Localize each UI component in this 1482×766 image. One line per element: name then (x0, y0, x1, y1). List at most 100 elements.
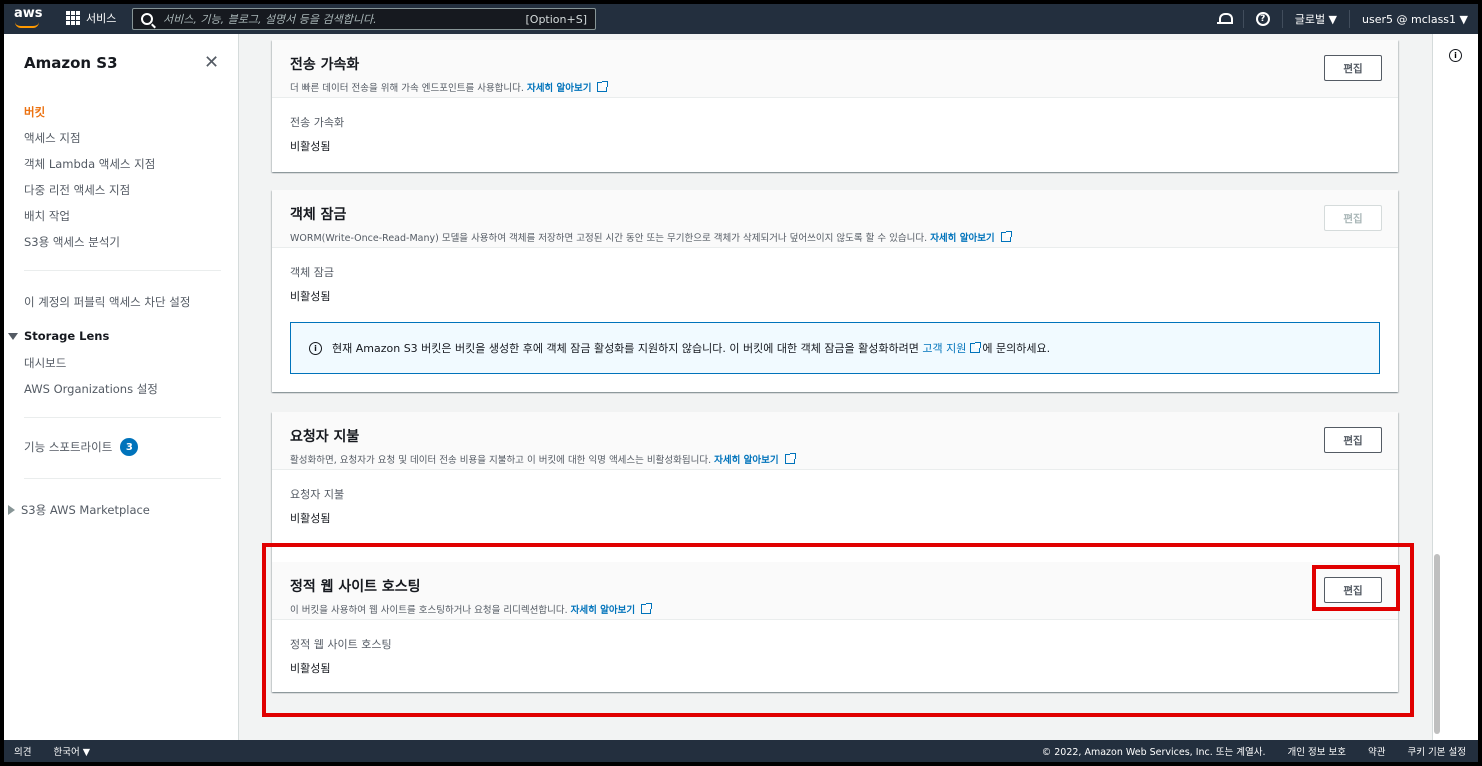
card-title: 전송 가속화 (290, 57, 360, 73)
description-text: 활성화하면, 요청자가 요청 및 데이터 전송 비용을 지불하고 이 버킷에 대… (290, 455, 712, 466)
region-selector[interactable]: 글로벌 ▼ (1295, 11, 1337, 27)
aws-logo-text: aws (14, 6, 43, 21)
sidebar-section-storage-lens[interactable]: Storage Lens (8, 329, 109, 343)
info-text-after: 에 문의하세요. (982, 342, 1051, 355)
copyright: © 2022, Amazon Web Services, Inc. 또는 계열사… (1041, 747, 1266, 758)
search-icon (141, 13, 153, 25)
grid-icon (66, 11, 80, 25)
card-title: 객체 잠금 (290, 207, 347, 223)
card-description: 활성화하면, 요청자가 요청 및 데이터 전송 비용을 지불하고 이 버킷에 대… (290, 452, 1380, 466)
sidebar-item-buckets[interactable]: 버킷 (24, 104, 45, 120)
description-text: 이 버킷을 사용하여 웹 사이트를 호스팅하거나 요청을 리디렉션합니다. (290, 605, 568, 616)
caret-right-icon (8, 505, 15, 515)
nav-right: ? 글로벌 ▼ user5 @ mclass1 ▼ (1216, 4, 1468, 34)
account-menu[interactable]: user5 @ mclass1 ▼ (1362, 13, 1468, 26)
card-description: 이 버킷을 사용하여 웹 사이트를 호스팅하거나 요청을 리디렉션합니다. 자세… (290, 602, 1380, 616)
info-text: 현재 Amazon S3 버킷은 버킷을 생성한 후에 객체 잠금 활성화를 지… (332, 340, 1050, 356)
top-navigation: aws 서비스 서비스, 기능, 블로그, 설명서 등을 검색합니다. [Opt… (4, 4, 1478, 34)
sidebar-item-dashboards[interactable]: 대시보드 (24, 355, 66, 371)
terms-link[interactable]: 약관 (1368, 744, 1385, 758)
field-label: 요청자 지불 (290, 488, 345, 501)
language-selector[interactable]: 한국어 ▼ (53, 744, 90, 758)
customer-support-link[interactable]: 고객 지원 (922, 342, 966, 355)
sidebar-item-multi-region[interactable]: 다중 리전 액세스 지점 (24, 182, 130, 198)
edit-static-hosting-button[interactable]: 편집 (1324, 577, 1382, 603)
description-text: WORM(Write-Once-Read-Many) 모델을 사용하여 객체를 … (290, 233, 928, 244)
divider (1349, 10, 1351, 28)
card-title: 정적 웹 사이트 호스팅 (290, 579, 421, 595)
aws-logo[interactable]: aws (14, 6, 43, 30)
sidebar-item-access-points[interactable]: 액세스 지점 (24, 130, 81, 146)
external-link-icon (970, 342, 982, 353)
footer: 의견 한국어 ▼ © 2022, Amazon Web Services, In… (4, 740, 1478, 762)
sidebar-item-marketplace[interactable]: S3용 AWS Marketplace (8, 502, 150, 518)
edit-button[interactable]: 편집 (1324, 55, 1382, 81)
learn-more-link[interactable]: 자세히 알아보기 (527, 83, 592, 94)
divider (1242, 10, 1244, 28)
divider (1281, 10, 1283, 28)
aws-smile-icon (15, 22, 39, 28)
card-description: WORM(Write-Once-Read-Many) 모델을 사용하여 객체를 … (290, 230, 1380, 244)
transfer-acceleration-card: 전송 가속화 더 빠른 데이터 전송을 위해 가속 엔드포인트를 사용합니다. … (272, 40, 1398, 172)
edit-button-disabled[interactable]: 편집 (1324, 205, 1382, 231)
external-link-icon (784, 453, 796, 464)
sidebar-item-block-public-access[interactable]: 이 계정의 퍼블릭 액세스 차단 설정 (24, 294, 190, 310)
sidebar-item-object-lambda[interactable]: 객체 Lambda 액세스 지점 (24, 156, 155, 172)
sidebar-divider (24, 270, 221, 271)
cookie-preferences-link[interactable]: 쿠키 기본 설정 (1408, 744, 1466, 758)
sidebar-item-batch-operations[interactable]: 배치 작업 (24, 208, 70, 224)
footer-right: © 2022, Amazon Web Services, Inc. 또는 계열사… (1042, 744, 1466, 758)
search-input[interactable]: 서비스, 기능, 블로그, 설명서 등을 검색합니다. [Option+S] (132, 8, 596, 30)
edit-button[interactable]: 편집 (1324, 427, 1382, 453)
external-link-icon (597, 81, 609, 92)
search-placeholder: 서비스, 기능, 블로그, 설명서 등을 검색합니다. (163, 13, 377, 26)
marketplace-label: S3용 AWS Marketplace (21, 503, 150, 517)
privacy-link[interactable]: 개인 정보 보호 (1288, 744, 1346, 758)
field-label: 전송 가속화 (290, 116, 345, 129)
search-shortcut: [Option+S] (525, 12, 588, 26)
close-icon[interactable]: ✕ (204, 52, 219, 73)
feature-spotlight-label: 기능 스포트라이트 (24, 440, 113, 454)
bell-icon[interactable] (1216, 12, 1233, 26)
help-icon[interactable]: ? (1255, 12, 1270, 26)
storage-lens-title: Storage Lens (24, 329, 110, 343)
card-title: 요청자 지불 (290, 429, 360, 445)
static-website-hosting-card: 정적 웹 사이트 호스팅 이 버킷을 사용하여 웹 사이트를 호스팅하거나 요청… (272, 562, 1398, 692)
services-label: 서비스 (86, 12, 117, 25)
field-value: 비활성됨 (290, 662, 331, 675)
card-body: 전송 가속화 비활성됨 (272, 98, 1398, 170)
info-icon: i (309, 341, 322, 355)
sidebar-divider (24, 478, 221, 479)
learn-more-link[interactable]: 자세히 알아보기 (571, 605, 636, 616)
learn-more-link[interactable]: 자세히 알아보기 (930, 233, 995, 244)
card-header: 객체 잠금 WORM(Write-Once-Read-Many) 모델을 사용하… (272, 190, 1398, 248)
description-text: 더 빠른 데이터 전송을 위해 가속 엔드포인트를 사용합니다. (290, 83, 524, 94)
card-body: 요청자 지불 비활성됨 (272, 470, 1398, 542)
footer-left: 의견 한국어 ▼ (14, 744, 90, 758)
card-header: 요청자 지불 활성화하면, 요청자가 요청 및 데이터 전송 비용을 지불하고 … (272, 412, 1398, 470)
field-value: 비활성됨 (290, 140, 331, 153)
info-alert: i 현재 Amazon S3 버킷은 버킷을 생성한 후에 객체 잠금 활성화를… (290, 322, 1380, 374)
feedback-link[interactable]: 의견 (14, 744, 31, 758)
sidebar-item-organizations[interactable]: AWS Organizations 설정 (24, 381, 158, 397)
learn-more-link[interactable]: 자세히 알아보기 (714, 455, 779, 466)
field-label: 정적 웹 사이트 호스팅 (290, 638, 392, 651)
field-label: 객체 잠금 (290, 266, 334, 279)
sidebar-item-access-analyzer[interactable]: S3용 액세스 분석기 (24, 234, 120, 250)
sidebar: Amazon S3 ✕ 버킷 액세스 지점 객체 Lambda 액세스 지점 다… (4, 34, 239, 740)
card-body: 객체 잠금 비활성됨 (272, 248, 1398, 320)
card-description: 더 빠른 데이터 전송을 위해 가속 엔드포인트를 사용합니다. 자세히 알아보… (290, 80, 1380, 94)
field-value: 비활성됨 (290, 512, 331, 525)
object-lock-card: 객체 잠금 WORM(Write-Once-Read-Many) 모델을 사용하… (272, 190, 1398, 392)
card-header: 전송 가속화 더 빠른 데이터 전송을 위해 가속 엔드포인트를 사용합니다. … (272, 40, 1398, 98)
field-value: 비활성됨 (290, 290, 331, 303)
sidebar-item-feature-spotlight[interactable]: 기능 스포트라이트 3 (24, 438, 139, 456)
card-header: 정적 웹 사이트 호스팅 이 버킷을 사용하여 웹 사이트를 호스팅하거나 요청… (272, 562, 1398, 620)
external-link-icon (641, 603, 653, 614)
scrollbar[interactable] (1434, 554, 1440, 734)
services-menu-button[interactable]: 서비스 (66, 10, 116, 26)
info-icon[interactable]: i (1449, 49, 1462, 62)
requester-pays-card: 요청자 지불 활성화하면, 요청자가 요청 및 데이터 전송 비용을 지불하고 … (272, 412, 1398, 562)
card-body: 정적 웹 사이트 호스팅 비활성됨 (272, 620, 1398, 692)
caret-down-icon (8, 332, 18, 340)
